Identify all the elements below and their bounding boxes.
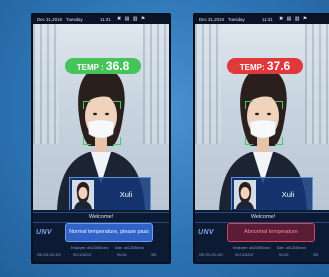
welcome-text: Welcome! [195,212,329,223]
face-detection-frame [83,101,121,145]
info-row: 200.201.201.222 90.212/42/47 90.241 392 [37,253,157,257]
status-date: Dec 31,2019 [37,17,62,22]
info-row: Employee: ab123456/xxxx Date : ab12345/x… [71,246,145,250]
identity-name: Xuli [119,190,133,199]
status-bar: Dec 31,2019 Tuesday 11:31 ✖ ▤ ▥ ⚑ [33,15,169,24]
welcome-text: Welcome! [33,212,169,223]
device-screen-abnormal: Dec 31,2019 Tuesday 11:31 ✖ ▤ ▥ ⚑ TEMP: … [193,13,329,264]
temperature-value: 37.6 [266,59,291,73]
brand-logo: UNV [198,229,214,236]
status-message: Abnormal temperature [227,223,315,242]
status-time: 11:31 [262,17,273,22]
identity-photo [72,180,94,209]
status-time: 11:31 [100,17,111,22]
info-row: 200.201.201.222 90.212/42/47 90.241 392 [199,253,319,257]
status-bar: Dec 31,2019 Tuesday 11:31 ✖ ▤ ▥ ⚑ [195,15,329,24]
camera-view: TEMP : 36.8 Xuli [33,24,169,210]
status-day: Tuesday [66,17,83,22]
status-day: Tuesday [228,17,245,22]
bottom-panel: Welcome! UNV Normal temperature, please … [33,210,169,262]
temperature-label: TEMP : [76,63,106,72]
bottom-panel: Welcome! UNV Abnormal temperature Employ… [195,210,329,262]
identity-name: Xuli [281,190,295,199]
identity-card: Xuli [69,177,151,210]
temperature-value: 36.8 [105,59,130,73]
status-date: Dec 31,2019 [199,17,224,22]
brand-logo: UNV [36,229,52,236]
temperature-pill: TEMP: 37.6 [227,58,303,74]
temperature-pill: TEMP : 36.8 [65,58,141,74]
identity-card: Xuli [231,177,313,210]
info-row: Employee: ab123456/xxxx Date : ab12345/x… [233,246,307,250]
status-icons: ✖ ▤ ▥ ⚑ [117,16,147,22]
status-icons: ✖ ▤ ▥ ⚑ [279,16,309,22]
status-message: Normal temperature, please pass [65,223,153,242]
camera-view: TEMP: 37.6 Xuli [195,24,329,210]
identity-photo [234,180,256,209]
face-detection-frame [245,101,283,145]
device-screen-normal: Dec 31,2019 Tuesday 11:31 ✖ ▤ ▥ ⚑ TEMP :… [31,13,171,264]
temperature-label: TEMP: [239,63,267,72]
